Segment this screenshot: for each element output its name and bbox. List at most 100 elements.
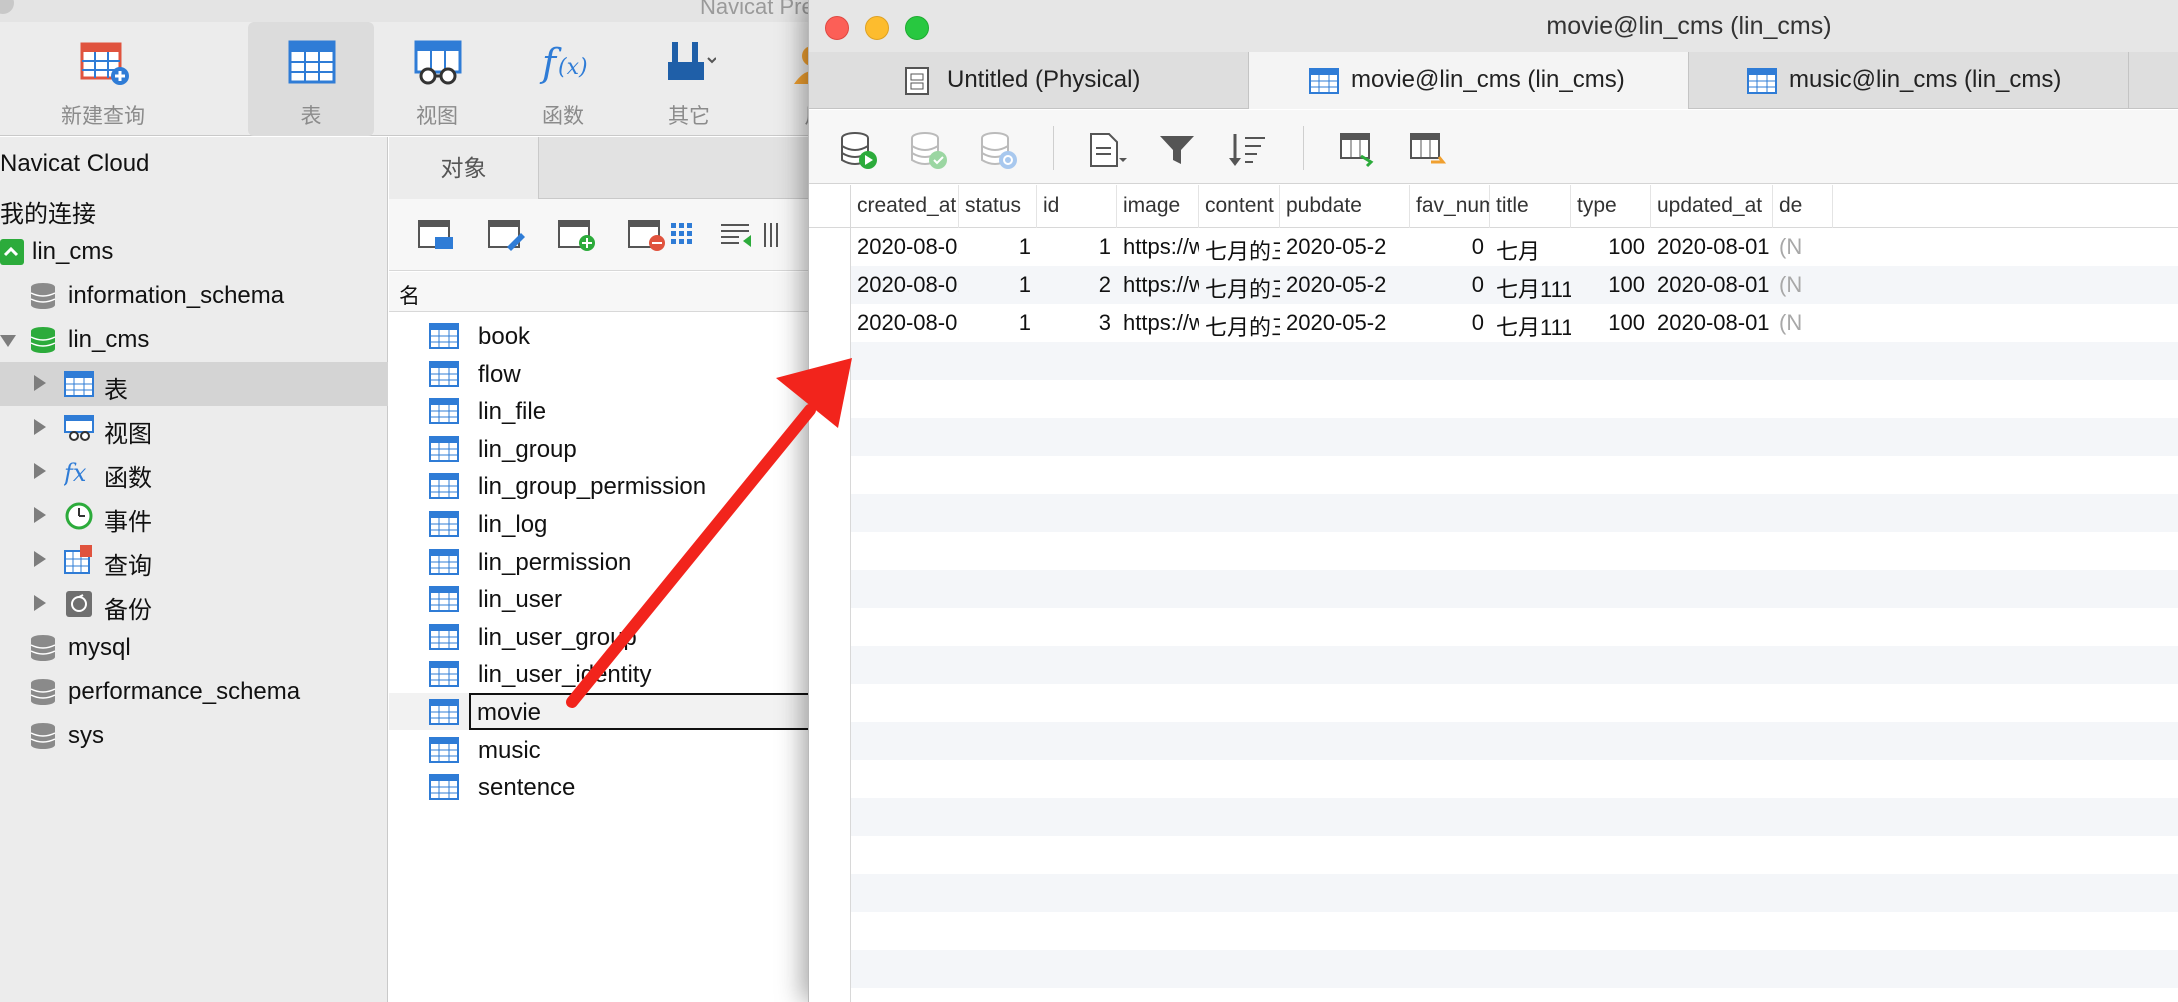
grid-cell[interactable]: 七月的三伏 <box>1199 304 1280 342</box>
grid-cell[interactable]: 2020-08-01 2' <box>1651 228 1773 266</box>
sidebar-item-navicat-cloud[interactable]: Navicat Cloud <box>0 142 388 186</box>
disclosure-right-icon[interactable] <box>34 507 46 523</box>
disclosure-right-icon[interactable] <box>34 595 46 611</box>
grid-cell[interactable]: https://wv <box>1117 228 1199 266</box>
table-row[interactable]: 2020-08-01 211https://wv七月的三伏2020-05-20七… <box>851 228 2178 266</box>
grid-cell[interactable]: 0 <box>1410 266 1490 304</box>
grid-cell[interactable]: 2020-05-2 <box>1280 228 1410 266</box>
grid-cell[interactable]: 0 <box>1410 228 1490 266</box>
table-row[interactable] <box>851 760 2178 798</box>
commit-icon[interactable] <box>909 130 949 170</box>
grid-cell[interactable]: 100 <box>1571 228 1651 266</box>
table-row[interactable] <box>851 570 2178 608</box>
column-header-status[interactable]: status <box>959 185 1037 228</box>
grid-cell[interactable]: 七月 <box>1490 228 1571 266</box>
table-row[interactable] <box>851 456 2178 494</box>
rollback-icon[interactable] <box>979 130 1019 170</box>
delete-table-icon[interactable] <box>627 217 667 253</box>
import-wizard-icon[interactable] <box>719 217 759 253</box>
grid-cell[interactable]: 七月111 <box>1490 304 1571 342</box>
sidebar-item-functions[interactable]: fx 函数 <box>0 450 388 494</box>
grid-cell[interactable]: (N <box>1773 304 1833 342</box>
sidebar-item-connection-lin-cms[interactable]: lin_cms <box>0 230 388 274</box>
column-header-id[interactable]: id <box>1037 185 1117 228</box>
grid-cell[interactable]: 七月111 <box>1490 266 1571 304</box>
grid-cell[interactable]: (N <box>1773 228 1833 266</box>
table-row[interactable] <box>851 646 2178 684</box>
export-icon[interactable] <box>1409 130 1449 170</box>
grid-cell[interactable]: 七月的三伏 <box>1199 228 1280 266</box>
grid-cell[interactable]: 0 <box>1410 304 1490 342</box>
grid-cell[interactable]: 2020-08-01 2 <box>851 228 959 266</box>
table-row[interactable] <box>851 950 2178 988</box>
column-header-content[interactable]: content <box>1199 185 1280 228</box>
minimize-window-button[interactable] <box>865 16 889 40</box>
other-button[interactable]: 其它 <box>626 22 752 136</box>
disclosure-right-icon[interactable] <box>34 375 46 391</box>
column-header-created-at[interactable]: created_at <box>851 185 959 228</box>
column-header-type[interactable]: type <box>1571 185 1651 228</box>
open-table-icon[interactable] <box>417 217 457 253</box>
disclosure-right-icon[interactable] <box>34 463 46 479</box>
main-window-close-button[interactable] <box>0 0 14 14</box>
table-row[interactable] <box>851 418 2178 456</box>
table-row[interactable] <box>851 532 2178 570</box>
view-button[interactable]: 视图 <box>374 22 500 136</box>
grid-cell[interactable]: 2 <box>1037 266 1117 304</box>
column-header-title[interactable]: title <box>1490 185 1571 228</box>
grid-cell[interactable]: (N <box>1773 266 1833 304</box>
table-row[interactable] <box>851 874 2178 912</box>
import-icon[interactable] <box>1339 130 1379 170</box>
tab-untitled-physical[interactable]: Untitled (Physical) <box>809 52 1249 109</box>
tab-movie-table[interactable]: movie@lin_cms (lin_cms) <box>1249 52 1689 109</box>
sidebar-item-information-schema[interactable]: information_schema <box>0 274 388 318</box>
grid-cell[interactable]: 3 <box>1037 304 1117 342</box>
tab-music-table[interactable]: music@lin_cms (lin_cms) <box>1689 52 2129 109</box>
export-wizard-icon[interactable] <box>761 217 801 253</box>
grid-cell[interactable]: 2020-08-01 2' <box>1651 304 1773 342</box>
table-row[interactable] <box>851 684 2178 722</box>
grid-cell[interactable]: 七月的三伏 <box>1199 266 1280 304</box>
sidebar-item-events[interactable]: 事件 <box>0 494 388 538</box>
grid-cell[interactable]: 2020-08-01 2 <box>851 304 959 342</box>
design-table-icon[interactable] <box>487 217 527 253</box>
sidebar-item-tables[interactable]: 表 <box>0 362 388 406</box>
sort-icon[interactable] <box>1227 130 1267 170</box>
grid-cell[interactable]: 1 <box>959 304 1037 342</box>
grid-cell[interactable]: 100 <box>1571 304 1651 342</box>
grid-cell[interactable]: 1 <box>959 266 1037 304</box>
column-header-de[interactable]: de <box>1773 185 1833 228</box>
sidebar-item-views[interactable]: 视图 <box>0 406 388 450</box>
table-button[interactable]: 表 <box>248 22 374 136</box>
grid-view-icon[interactable] <box>667 217 707 253</box>
sidebar-item-sys[interactable]: sys <box>0 714 388 758</box>
grid-cell[interactable]: 100 <box>1571 266 1651 304</box>
table-row[interactable] <box>851 380 2178 418</box>
sidebar-item-queries[interactable]: 查询 <box>0 538 388 582</box>
sidebar-item-mysql[interactable]: mysql <box>0 626 388 670</box>
grid-cell[interactable]: https://wv <box>1117 266 1199 304</box>
disclosure-right-icon[interactable] <box>34 551 46 567</box>
grid-cell[interactable]: https://wv <box>1117 304 1199 342</box>
new-query-button[interactable]: 新建查询 <box>40 22 166 136</box>
tab-objects[interactable]: 对象 <box>389 137 539 199</box>
table-row[interactable] <box>851 608 2178 646</box>
grid-cell[interactable]: 2020-05-2 <box>1280 266 1410 304</box>
grid-cell[interactable]: 2020-08-01 2 <box>851 266 959 304</box>
grid-cell[interactable]: 2020-05-2 <box>1280 304 1410 342</box>
table-row[interactable] <box>851 836 2178 874</box>
zoom-window-button[interactable] <box>905 16 929 40</box>
grid-cell[interactable]: 1 <box>1037 228 1117 266</box>
sidebar-item-database-lin-cms[interactable]: lin_cms <box>0 318 388 362</box>
column-header-name[interactable]: 名 <box>399 280 420 310</box>
column-header-fav-nums[interactable]: fav_nums <box>1410 185 1490 228</box>
sidebar-item-backups[interactable]: 备份 <box>0 582 388 626</box>
table-row[interactable] <box>851 722 2178 760</box>
table-row[interactable] <box>851 912 2178 950</box>
sidebar-item-my-connections[interactable]: 我的连接 <box>0 186 388 230</box>
function-button[interactable]: f (x) 函数 <box>500 22 626 136</box>
column-header-pubdate[interactable]: pubdate <box>1280 185 1410 228</box>
table-row[interactable] <box>851 342 2178 380</box>
table-row[interactable] <box>851 798 2178 836</box>
filter-icon[interactable] <box>1157 130 1197 170</box>
